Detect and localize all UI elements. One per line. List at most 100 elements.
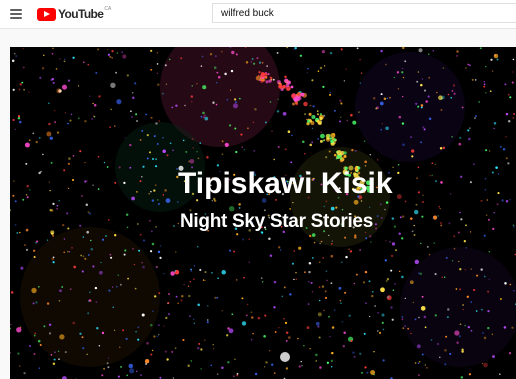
star-dot: [63, 60, 66, 63]
star-dot: [453, 247, 456, 250]
star-dot: [189, 158, 195, 164]
star-dot: [362, 281, 366, 284]
star-dot: [155, 165, 158, 168]
star-dot: [369, 235, 372, 238]
star-dot: [112, 306, 114, 308]
star-dot: [513, 290, 515, 292]
star-dot: [215, 55, 217, 57]
star-dot: [110, 108, 113, 111]
star-dot: [483, 81, 485, 83]
star-dot: [224, 72, 227, 76]
star-dot: [479, 47, 482, 50]
star-dot: [263, 226, 267, 229]
star-dot: [348, 165, 354, 171]
star-dot: [128, 363, 134, 369]
star-dot: [52, 256, 55, 259]
search-input[interactable]: [221, 6, 501, 21]
star-dot: [214, 296, 217, 299]
star-dot: [287, 87, 290, 91]
star-dot: [309, 348, 311, 350]
star-dot: [33, 334, 36, 337]
star-dot: [328, 234, 330, 237]
star-dot: [168, 58, 171, 61]
star-dot: [233, 98, 237, 101]
star-dot: [465, 246, 468, 249]
star-dot: [418, 272, 420, 275]
star-dot: [171, 106, 174, 109]
star-dot: [268, 193, 271, 196]
star-dot: [364, 164, 367, 167]
star-dot: [483, 362, 488, 368]
star-dot: [354, 149, 357, 152]
star-dot: [356, 188, 360, 192]
star-dot: [512, 58, 515, 61]
star-dot: [166, 358, 169, 361]
search-box[interactable]: [212, 3, 516, 23]
star-dot: [86, 230, 89, 234]
star-dot: [32, 249, 36, 253]
star-dot: [481, 331, 485, 335]
star-dot: [360, 200, 363, 202]
star-dot: [418, 360, 421, 363]
star-dot: [186, 189, 190, 192]
star-dot: [48, 323, 52, 327]
star-dot: [24, 142, 30, 148]
star-dot: [340, 302, 342, 305]
star-dot: [125, 337, 128, 341]
star-dot: [290, 85, 294, 89]
star-dot: [199, 142, 201, 144]
star-dot: [265, 361, 268, 364]
star-dot: [264, 314, 267, 317]
video-player[interactable]: Tipiskawi Kisik Night Sky Star Stories: [10, 47, 516, 379]
star-dot: [90, 239, 92, 242]
star-dot: [376, 330, 379, 332]
star-dot: [86, 180, 88, 182]
star-dot: [417, 71, 420, 73]
star-dot: [401, 315, 404, 318]
star-dot: [252, 332, 254, 335]
star-dot: [82, 236, 85, 238]
star-dot: [311, 233, 316, 237]
star-dot: [254, 174, 257, 177]
star-dot: [46, 131, 52, 137]
star-dot: [421, 215, 424, 218]
star-dot: [191, 192, 195, 195]
star-dot: [470, 301, 472, 303]
star-dot: [221, 153, 224, 156]
star-dot: [391, 217, 395, 220]
star-dot: [424, 326, 427, 329]
star-dot: [19, 326, 22, 329]
star-dot: [202, 85, 207, 90]
star-dot: [107, 357, 110, 359]
star-dot: [322, 139, 325, 142]
star-dot: [464, 269, 466, 271]
star-dot: [162, 92, 164, 95]
star-dot: [283, 318, 285, 320]
star-dot: [72, 56, 75, 59]
star-dot: [284, 75, 287, 79]
star-dot: [286, 47, 288, 49]
star-dot: [159, 245, 162, 247]
star-dot: [273, 280, 277, 284]
star-dot: [411, 155, 414, 158]
star-dot: [156, 63, 159, 65]
star-dot: [189, 315, 191, 317]
star-dot: [318, 336, 321, 339]
star-dot: [404, 297, 406, 300]
star-dot: [250, 338, 253, 341]
star-dot: [416, 177, 419, 180]
star-dot: [196, 245, 199, 248]
star-dot: [168, 293, 170, 295]
star-dot: [151, 199, 155, 202]
star-dot: [131, 116, 133, 118]
star-dot: [414, 362, 417, 364]
hamburger-menu-icon[interactable]: [10, 9, 22, 19]
star-dot: [67, 251, 69, 253]
star-dot: [462, 304, 464, 306]
star-dot: [499, 145, 502, 148]
youtube-logo[interactable]: YouTube CA: [37, 6, 111, 21]
star-dot: [226, 98, 229, 101]
star-dot: [369, 315, 371, 318]
star-dot: [173, 225, 175, 227]
star-dot: [459, 268, 462, 271]
